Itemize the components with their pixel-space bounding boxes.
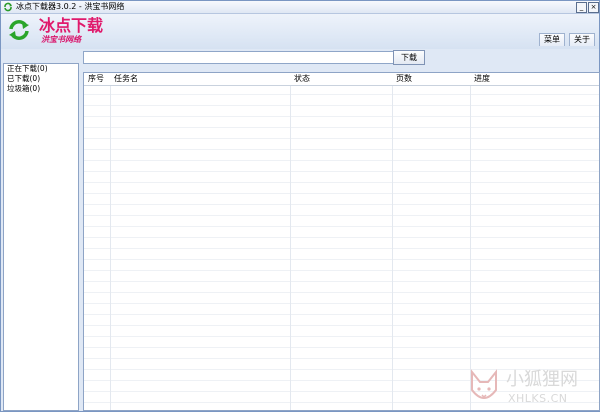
column-header-pages[interactable]: 页数: [396, 73, 412, 85]
brand-subtitle: 洪宝书网络: [41, 35, 81, 44]
watermark-text-cn: 小狐狸网: [506, 369, 578, 390]
column-divider: [392, 73, 393, 410]
column-header-index[interactable]: 序号: [88, 73, 104, 85]
app-window: 冰点下载器3.0.2 - 洪宝书网络 _ × 冰点下载 洪宝书网络 菜单 关于 …: [0, 0, 600, 412]
title-bar[interactable]: 冰点下载器3.0.2 - 洪宝书网络 _ ×: [1, 1, 599, 14]
fox-logo-icon: [471, 369, 497, 399]
app-header: 冰点下载 洪宝书网络: [1, 14, 599, 49]
menu-button[interactable]: 菜单: [539, 33, 565, 46]
category-sidebar: 正在下载(0) 已下载(0) 垃圾箱(0): [3, 63, 79, 411]
refresh-icon: [4, 2, 12, 12]
column-header-progress[interactable]: 进度: [474, 73, 490, 85]
sidebar-item-trash[interactable]: 垃圾箱(0): [4, 84, 78, 94]
url-input[interactable]: [83, 51, 394, 64]
download-button[interactable]: 下载: [393, 50, 425, 65]
task-table[interactable]: 序号 任务名 状态 页数 进度: [83, 72, 600, 411]
table-header: 序号 任务名 状态 页数 进度: [84, 73, 599, 86]
about-button[interactable]: 关于: [569, 33, 595, 46]
column-divider: [110, 73, 111, 410]
app-brand: 冰点下载: [39, 16, 104, 35]
column-header-task-name[interactable]: 任务名: [114, 73, 138, 85]
column-divider: [470, 73, 471, 410]
refresh-logo-icon: [9, 20, 29, 40]
window-title: 冰点下载器3.0.2 - 洪宝书网络: [16, 2, 125, 11]
watermark-text-en: XHLKS.CN: [508, 392, 568, 405]
column-header-status[interactable]: 状态: [294, 73, 310, 85]
minimize-button[interactable]: _: [576, 2, 587, 13]
site-watermark: 小狐狸网 XHLKS.CN: [462, 368, 600, 412]
sidebar-item-downloading[interactable]: 正在下载(0): [4, 64, 78, 74]
sidebar-item-downloaded[interactable]: 已下载(0): [4, 74, 78, 84]
close-button[interactable]: ×: [588, 2, 599, 13]
column-divider: [290, 73, 291, 410]
